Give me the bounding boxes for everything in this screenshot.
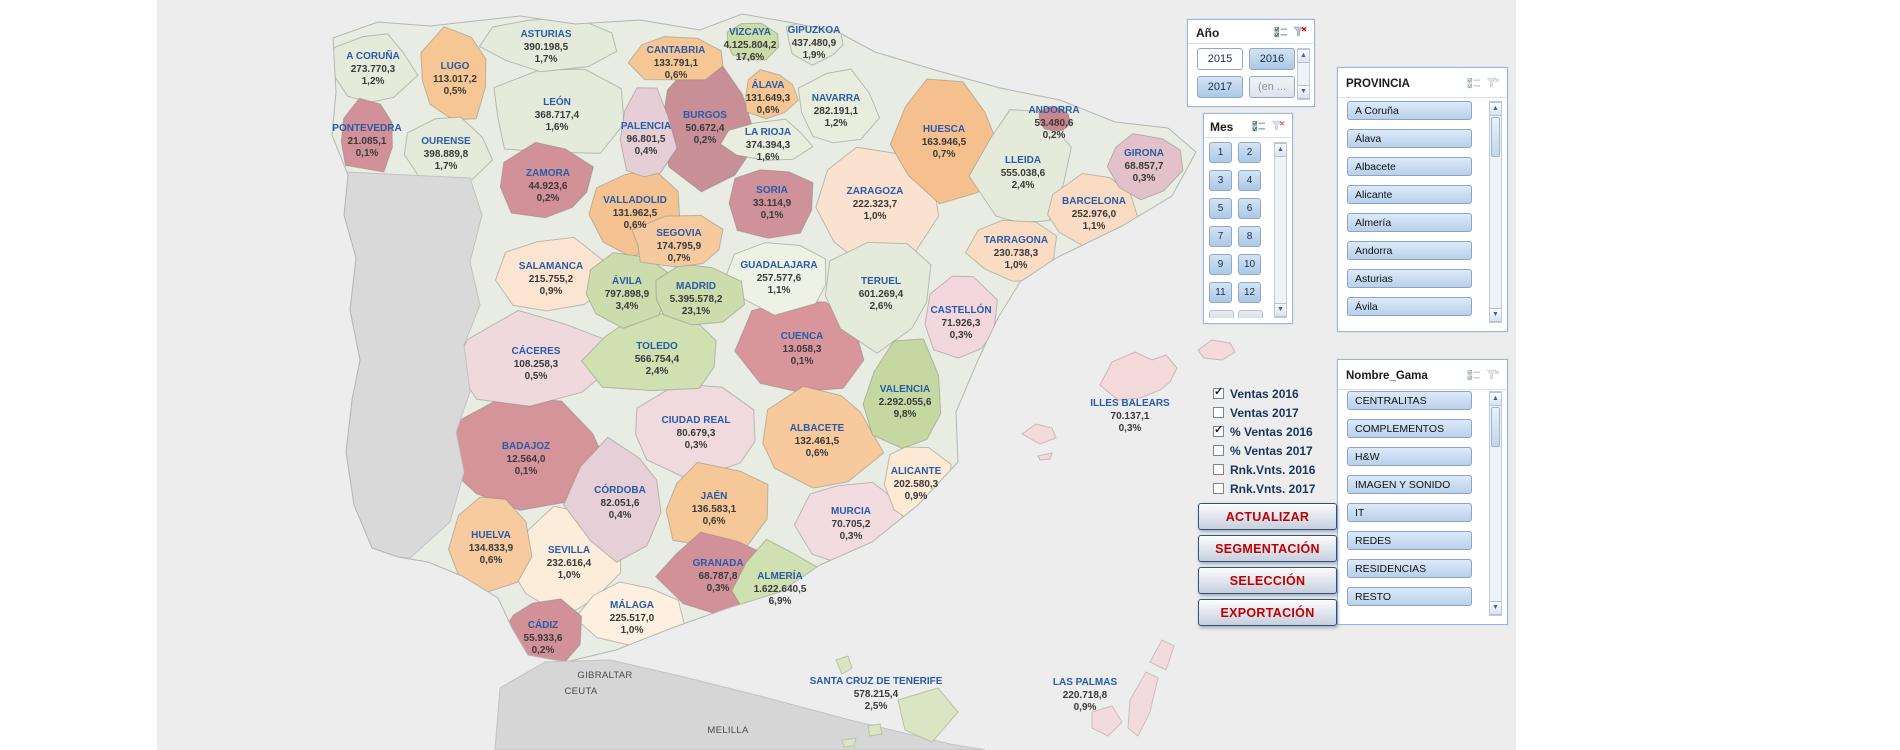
clear-filter-icon[interactable]: [1486, 369, 1501, 382]
slicer-ano-title: Año: [1196, 26, 1219, 40]
mes-item-4[interactable]: 4: [1238, 170, 1261, 191]
slicer-mes-header: Mes: [1204, 114, 1292, 138]
metric-label: % Ventas 2017: [1230, 444, 1313, 458]
metric-row-ventas-2017: Ventas 2017: [1213, 403, 1315, 422]
actualizar-button[interactable]: ACTUALIZAR: [1198, 503, 1337, 530]
mes-item-6[interactable]: 6: [1238, 198, 1261, 219]
gama-item-it[interactable]: IT: [1347, 503, 1472, 522]
slicer-ano-items: 2015 2016 2017 (en ...: [1197, 48, 1295, 98]
ano-item-en[interactable]: (en ...: [1249, 76, 1295, 98]
provincia-item-almeria[interactable]: Almería: [1347, 213, 1472, 232]
ano-item-2016[interactable]: 2016: [1249, 48, 1295, 70]
multiselect-icon[interactable]: [1252, 120, 1267, 133]
metric-label: Ventas 2016: [1230, 387, 1299, 401]
slicer-ano-scrollbar[interactable]: ▲ ▼: [1297, 48, 1310, 100]
clear-filter-icon[interactable]: [1271, 120, 1286, 133]
scroll-down-icon[interactable]: ▼: [1490, 601, 1501, 615]
mes-item-partial[interactable]: [1238, 310, 1263, 318]
metric-row-rnk-vnts-2016: Rnk.Vnts. 2016: [1213, 460, 1315, 479]
check-icon: ✓: [1214, 423, 1223, 436]
provincia-item-avila[interactable]: Ávila: [1347, 297, 1472, 316]
ano-item-2015[interactable]: 2015: [1197, 48, 1243, 70]
mes-item-11[interactable]: 11: [1209, 282, 1232, 303]
scroll-up-icon[interactable]: ▲: [1490, 392, 1501, 406]
gama-item-resto[interactable]: RESTO: [1347, 587, 1472, 606]
slicer-mes-title: Mes: [1210, 120, 1233, 134]
check-icon: ✓: [1214, 385, 1223, 398]
slicer-mes-scrollbar[interactable]: ▲ ▼: [1274, 142, 1287, 318]
checkbox-ventas-2017[interactable]: [1213, 407, 1224, 418]
scroll-up-icon[interactable]: ▲: [1275, 143, 1286, 157]
clear-filter-icon[interactable]: [1293, 26, 1308, 39]
checkbox-ventas-2017[interactable]: [1213, 445, 1224, 456]
metric-label: % Ventas 2016: [1230, 425, 1313, 439]
filter-provincia-scrollbar[interactable]: ▲ ▼: [1489, 101, 1502, 323]
gama-item-h-w[interactable]: H&W: [1347, 447, 1472, 466]
metric-label: Rnk.Vnts. 2016: [1230, 463, 1315, 477]
gama-item-imagen-y-sonido[interactable]: IMAGEN Y SONIDO: [1347, 475, 1472, 494]
scroll-down-icon[interactable]: ▼: [1490, 308, 1501, 322]
metric-row-ventas-2016: ✓ % Ventas 2016: [1213, 422, 1315, 441]
provincia-item-albacete[interactable]: Albacete: [1347, 157, 1472, 176]
seleccion-button[interactable]: SELECCIÓN: [1198, 567, 1337, 594]
scrollbar-thumb[interactable]: [1491, 117, 1500, 157]
metric-checkbox-group: ✓ Ventas 2016 Ventas 2017 ✓ % Ventas 2016 % V…: [1213, 384, 1315, 498]
provincia-item-andorra[interactable]: Andorra: [1347, 241, 1472, 260]
mes-item-1[interactable]: 1: [1209, 142, 1232, 163]
checkbox-rnk-vnts-2017[interactable]: [1213, 483, 1224, 494]
slicer-mes-items: 123456789101112: [1209, 142, 1267, 318]
slicer-mes: Mes 123456789101112 ▲ ▼: [1203, 113, 1293, 324]
mes-item-9[interactable]: 9: [1209, 254, 1232, 275]
filter-provincia: PROVINCIA A CoruñaÁlavaAlbaceteAlicanteA…: [1337, 67, 1508, 332]
filter-provincia-items: A Coruña Álava Albacete Alicante Almería Ando…: [1347, 101, 1472, 316]
metric-label: Ventas 2017: [1230, 406, 1299, 420]
slicer-ano-header: Año: [1188, 20, 1314, 44]
gama-item-redes[interactable]: REDES: [1347, 531, 1472, 550]
scroll-up-icon[interactable]: ▲: [1490, 102, 1501, 116]
provincia-item-alava[interactable]: Álava: [1347, 129, 1472, 148]
scroll-down-icon[interactable]: ▼: [1298, 85, 1309, 99]
mes-item-10[interactable]: 10: [1238, 254, 1261, 275]
filter-provincia-title: PROVINCIA: [1346, 78, 1410, 90]
mes-item-5[interactable]: 5: [1209, 198, 1232, 219]
gama-item-centralitas[interactable]: CENTRALITAS: [1347, 391, 1472, 410]
scroll-down-icon[interactable]: ▼: [1275, 303, 1286, 317]
gama-item-complementos[interactable]: COMPLEMENTOS: [1347, 419, 1472, 438]
provincia-item-asturias[interactable]: Asturias: [1347, 269, 1472, 288]
filter-nombre-gama-scrollbar[interactable]: ▲ ▼: [1489, 391, 1502, 616]
provincia-item-a-coruna[interactable]: A Coruña: [1347, 101, 1472, 120]
checkbox-rnk-vnts-2016[interactable]: [1213, 464, 1224, 475]
metric-row-ventas-2016: ✓ Ventas 2016: [1213, 384, 1315, 403]
filter-nombre-gama-items: CENTRALITAS COMPLEMENTOS H&W IMAGEN Y SONID…: [1347, 391, 1472, 606]
clear-filter-icon[interactable]: [1486, 77, 1501, 90]
filter-nombre-gama: Nombre_Gama CENTRALITAS COMPLEMENTOS H&W IM…: [1337, 359, 1508, 625]
multiselect-icon[interactable]: [1467, 369, 1482, 382]
mes-item-3[interactable]: 3: [1209, 170, 1232, 191]
mes-item-7[interactable]: 7: [1209, 226, 1232, 247]
checkbox-ventas-2016[interactable]: ✓: [1213, 426, 1224, 437]
mes-item-8[interactable]: 8: [1238, 226, 1261, 247]
checkbox-ventas-2016[interactable]: ✓: [1213, 388, 1224, 399]
slicer-ano: Año 2015 2016 2017 (en ... ▲ ▼: [1187, 19, 1315, 107]
mes-item-2[interactable]: 2: [1238, 142, 1261, 163]
scrollbar-thumb[interactable]: [1491, 407, 1500, 447]
mes-item-12[interactable]: 12: [1238, 282, 1261, 303]
filter-nombre-gama-header: Nombre_Gama: [1338, 360, 1507, 390]
scroll-up-icon[interactable]: ▲: [1298, 49, 1309, 63]
map-background: [157, 0, 1516, 750]
metric-label: Rnk.Vnts. 2017: [1230, 482, 1315, 496]
filter-nombre-gama-title: Nombre_Gama: [1346, 370, 1428, 382]
dashboard: A CORUÑA273.770,31,2%LUGO113.017,20,5%AS…: [0, 0, 1900, 750]
gama-item-residencias[interactable]: RESIDENCIAS: [1347, 559, 1472, 578]
ano-item-2017[interactable]: 2017: [1197, 76, 1243, 98]
multiselect-icon[interactable]: [1467, 77, 1482, 90]
metric-row-ventas-2017: % Ventas 2017: [1213, 441, 1315, 460]
filter-provincia-header: PROVINCIA: [1338, 68, 1507, 98]
metric-row-rnk-vnts-2017: Rnk.Vnts. 2017: [1213, 479, 1315, 498]
mes-item-partial[interactable]: [1209, 310, 1234, 318]
exportacion-button[interactable]: EXPORTACIÓN: [1198, 599, 1337, 626]
provincia-item-alicante[interactable]: Alicante: [1347, 185, 1472, 204]
multiselect-icon[interactable]: [1274, 26, 1289, 39]
segmentacion-button[interactable]: SEGMENTACIÓN: [1198, 535, 1337, 562]
